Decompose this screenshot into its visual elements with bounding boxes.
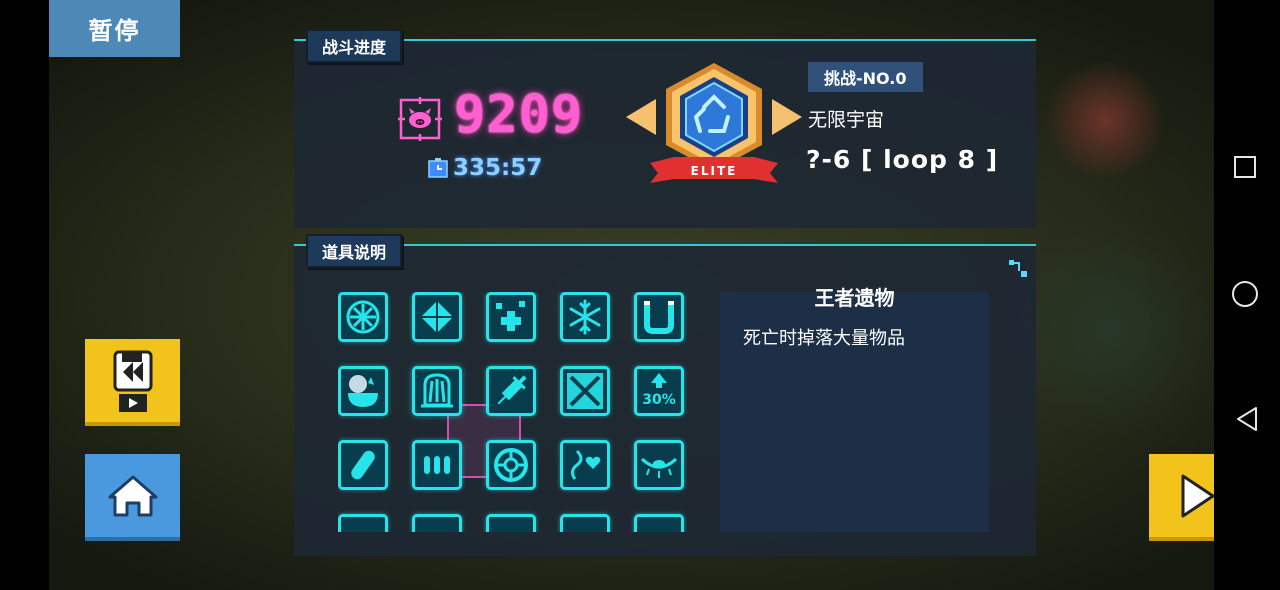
item-slot-cauldron[interactable] (338, 366, 388, 416)
score-value: 9209 (454, 85, 584, 145)
selected-item-description: 死亡时掉落大量物品 (743, 328, 905, 349)
percent-boost-icon: 30% (642, 373, 676, 408)
heart-snake-icon (570, 449, 601, 480)
item-slot-syringe[interactable] (486, 366, 536, 416)
item-slot-sparkle-plus[interactable] (486, 292, 536, 342)
left-black-bar (0, 0, 49, 590)
sparkle-plus-icon (496, 301, 525, 331)
item-slot-partial[interactable] (486, 514, 536, 532)
expand-corner-icon[interactable] (1008, 259, 1028, 279)
battle-progress-tab: 战斗进度 (306, 29, 403, 63)
snowflake-icon (569, 299, 601, 335)
home-icon (108, 475, 157, 516)
pill-icon (351, 450, 375, 480)
item-slot-partial[interactable] (634, 514, 684, 532)
item-description-tab: 道具说明 (306, 234, 403, 268)
item-slot-fan-wheel[interactable] (338, 292, 388, 342)
replay-video-button[interactable] (85, 339, 180, 426)
elite-rank-badge: ELITE (626, 63, 802, 183)
item-slot-ammo[interactable] (412, 440, 462, 490)
challenge-tag: 挑战-NO.0 (808, 62, 923, 92)
square-icon (1234, 156, 1256, 178)
stage-name: 无限宇宙 (808, 109, 885, 131)
item-slot-eye[interactable] (634, 440, 684, 490)
item-description-panel: 道具说明 30% 王者遗物 死亡时掉落大量物品 (294, 234, 1036, 556)
diamond-icon (421, 301, 453, 333)
back-nav-button[interactable] (1232, 404, 1262, 434)
stopwatch-icon (428, 158, 448, 178)
item-slot-lifebuoy[interactable] (486, 440, 536, 490)
crossed-swords-icon (567, 373, 603, 409)
pig-kill-icon (398, 97, 442, 141)
item-slot-pill[interactable] (338, 440, 388, 490)
timer-value: 335:57 (453, 155, 543, 181)
circle-icon (1232, 281, 1258, 307)
eye-icon (640, 457, 678, 478)
android-nav-bar (1214, 0, 1280, 590)
pause-title: 暂停 (49, 0, 180, 57)
relic-tombstone-icon (421, 373, 453, 408)
item-slot-partial[interactable] (412, 514, 462, 532)
rewind-video-icon (113, 350, 152, 412)
home-button[interactable] (85, 454, 180, 541)
item-grid: 30% (338, 292, 698, 532)
recent-apps-button[interactable] (1232, 154, 1262, 184)
item-slot-diamond[interactable] (412, 292, 462, 342)
percent-boost-label: 30% (642, 392, 676, 408)
timer: 335:57 (427, 155, 542, 181)
syringe-icon (497, 375, 527, 405)
item-slot-king-relic[interactable] (412, 366, 462, 416)
item-slot-crossed-swords[interactable] (560, 366, 610, 416)
magnet-icon (644, 301, 674, 334)
stage-loop: ?-6 [ loop 8 ] (806, 145, 999, 174)
selected-item-name: 王者遗物 (814, 286, 895, 310)
item-slot-snowflake[interactable] (560, 292, 610, 342)
battle-progress-panel: 战斗进度 9209 335:57 ELITE 挑战-NO.0 无限宇宙 ?-6 … (294, 29, 1036, 228)
item-slot-partial[interactable] (338, 514, 388, 532)
cauldron-icon (348, 375, 378, 407)
item-slot-magnet[interactable] (634, 292, 684, 342)
lifebuoy-icon (494, 448, 528, 482)
back-triangle-icon (1237, 407, 1257, 431)
fan-wheel-icon (346, 300, 380, 334)
play-icon (1181, 474, 1215, 517)
badge-banner-text: ELITE (691, 164, 738, 178)
item-slot-partial[interactable] (560, 514, 610, 532)
ammo-icon (424, 456, 450, 474)
item-slot-heart-snake[interactable] (560, 440, 610, 490)
item-slot-percent-boost[interactable]: 30% (634, 366, 684, 416)
home-nav-button[interactable] (1232, 281, 1262, 311)
